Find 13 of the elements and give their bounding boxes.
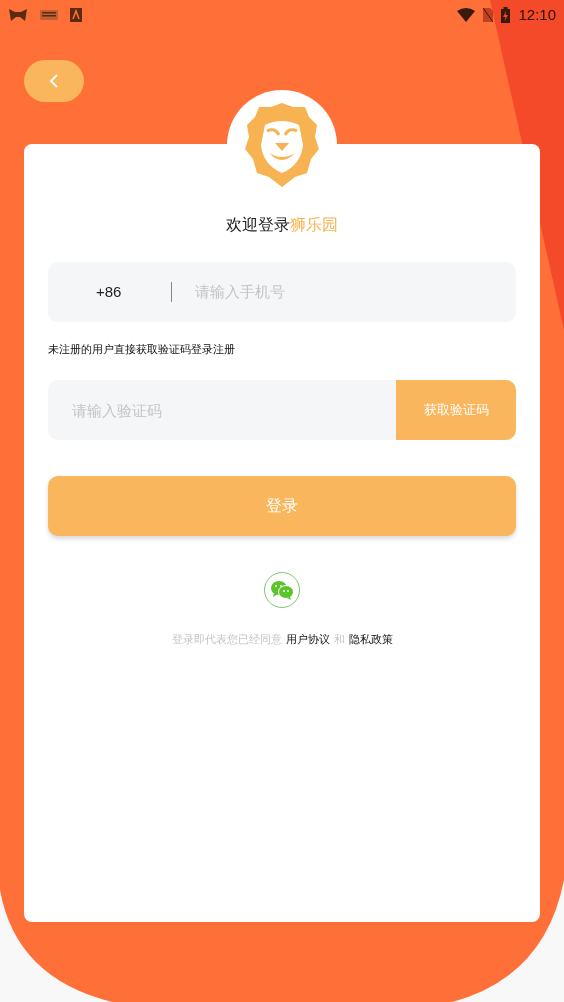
register-hint: 未注册的用户直接获取验证码登录注册 <box>48 342 236 356</box>
status-time: 12:10 <box>518 4 556 25</box>
country-code[interactable]: +86 <box>96 280 146 304</box>
chevron-left-icon <box>49 73 59 89</box>
keyboard-icon <box>40 10 58 20</box>
lion-logo-icon <box>245 103 319 187</box>
welcome-title: 欢迎登录狮乐园 <box>226 215 338 235</box>
user-agreement-link[interactable]: 用户协议 <box>285 632 330 646</box>
wechat-icon <box>270 580 294 600</box>
battery-icon <box>501 7 511 23</box>
wifi-icon <box>457 8 476 22</box>
privacy-policy-link[interactable]: 隐私政策 <box>348 632 393 646</box>
no-sim-icon <box>483 8 494 22</box>
